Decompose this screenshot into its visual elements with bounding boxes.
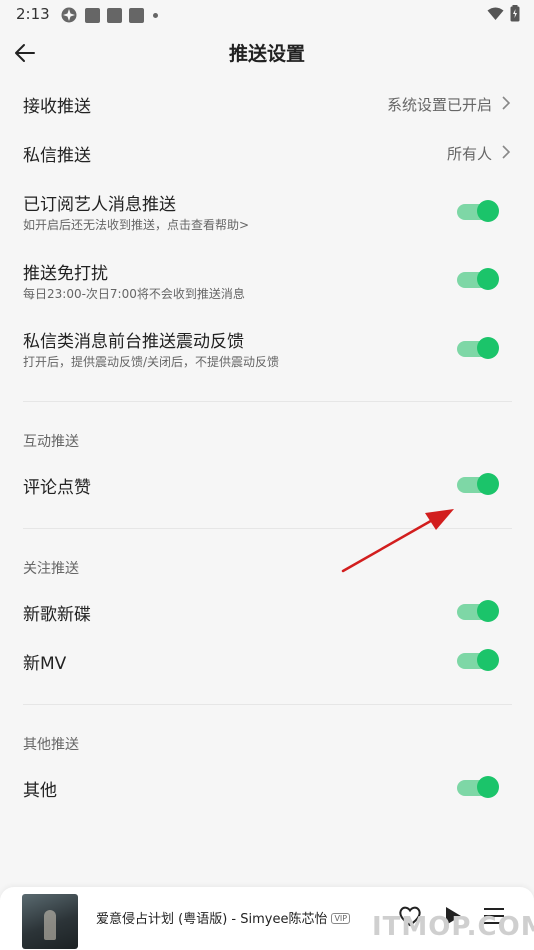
status-bar: 2:13 xyxy=(0,0,534,28)
vip-badge: VIP xyxy=(331,913,351,924)
now-playing-title[interactable]: 爱意侵占计划 (粤语版) - Simyee陈芯怡 VIP xyxy=(96,908,351,927)
page-title: 推送设置 xyxy=(228,43,305,65)
song-title: 爱意侵占计划 (粤语版) - Simyee陈芯怡 xyxy=(96,912,328,927)
toggle-knob xyxy=(477,600,499,622)
row-description: 每日23:00-次日7:00将不会收到推送消息 xyxy=(23,287,245,301)
section-title: 其他推送 xyxy=(23,737,79,753)
toggle-knob xyxy=(477,268,499,290)
vibration-feedback-row: 私信类消息前台推送震动反馈 打开后，提供震动反馈/关闭后，不提供震动反馈 xyxy=(0,323,534,379)
new-album-toggle[interactable] xyxy=(457,599,499,623)
divider xyxy=(23,704,512,705)
section-title: 关注推送 xyxy=(23,561,79,577)
notification-icon xyxy=(107,7,122,23)
new-mv-row: 新MV xyxy=(0,637,534,683)
row-description: 打开后，提供震动反馈/关闭后，不提供震动反馈 xyxy=(23,355,280,369)
divider xyxy=(23,528,512,529)
wifi-icon xyxy=(487,7,504,20)
album-art-figure xyxy=(44,910,56,940)
divider xyxy=(23,401,512,402)
comment-like-row: 评论点赞 xyxy=(0,460,534,506)
toggle-knob xyxy=(477,776,499,798)
app-notification-icon xyxy=(61,7,77,23)
row-label: 新MV xyxy=(23,654,67,674)
subscribed-artist-push-row: 已订阅艺人消息推送 如开启后还无法收到推送，点击查看帮助> xyxy=(0,186,534,242)
section-title: 互动推送 xyxy=(23,434,79,450)
notification-icon xyxy=(129,7,144,23)
do-not-disturb-row: 推送免打扰 每日23:00-次日7:00将不会收到推送消息 xyxy=(0,255,534,311)
row-label: 私信类消息前台推送震动反馈 xyxy=(23,332,244,352)
status-time: 2:13 xyxy=(16,5,50,23)
header: 推送设置 xyxy=(0,28,534,78)
row-value: 系统设置已开启 xyxy=(386,96,492,114)
status-icons xyxy=(60,6,158,24)
other-toggle[interactable] xyxy=(457,775,499,799)
row-label: 其他 xyxy=(23,781,57,801)
do-not-disturb-toggle[interactable] xyxy=(457,267,499,291)
notification-icon xyxy=(85,7,100,23)
toggle-knob xyxy=(477,337,499,359)
comment-like-toggle[interactable] xyxy=(457,472,499,496)
toggle-knob xyxy=(477,200,499,222)
vibration-feedback-toggle[interactable] xyxy=(457,336,499,360)
row-label: 已订阅艺人消息推送 xyxy=(23,195,176,215)
row-value: 所有人 xyxy=(446,145,492,163)
other-row: 其他 xyxy=(0,764,534,810)
chevron-right-icon xyxy=(502,145,511,159)
album-cover[interactable] xyxy=(22,894,78,949)
status-right xyxy=(487,5,520,22)
row-label: 评论点赞 xyxy=(23,478,91,498)
row-label: 推送免打扰 xyxy=(23,264,108,284)
battery-icon xyxy=(510,5,520,22)
new-album-row: 新歌新碟 xyxy=(0,588,534,634)
row-label: 接收推送 xyxy=(23,97,91,117)
receive-push-row[interactable]: 接收推送 系统设置已开启 xyxy=(0,80,534,126)
row-label: 私信推送 xyxy=(23,146,91,166)
new-mv-toggle[interactable] xyxy=(457,648,499,672)
subscribed-artist-push-toggle[interactable] xyxy=(457,199,499,223)
row-label: 新歌新碟 xyxy=(23,605,91,625)
more-notifications-icon xyxy=(153,12,158,18)
toggle-knob xyxy=(477,649,499,671)
toggle-knob xyxy=(477,473,499,495)
chevron-right-icon xyxy=(502,96,511,110)
row-help-text[interactable]: 如开启后还无法收到推送，点击查看帮助> xyxy=(23,216,249,233)
watermark: ITMOP.COM xyxy=(372,912,534,942)
private-message-push-row[interactable]: 私信推送 所有人 xyxy=(0,130,534,176)
